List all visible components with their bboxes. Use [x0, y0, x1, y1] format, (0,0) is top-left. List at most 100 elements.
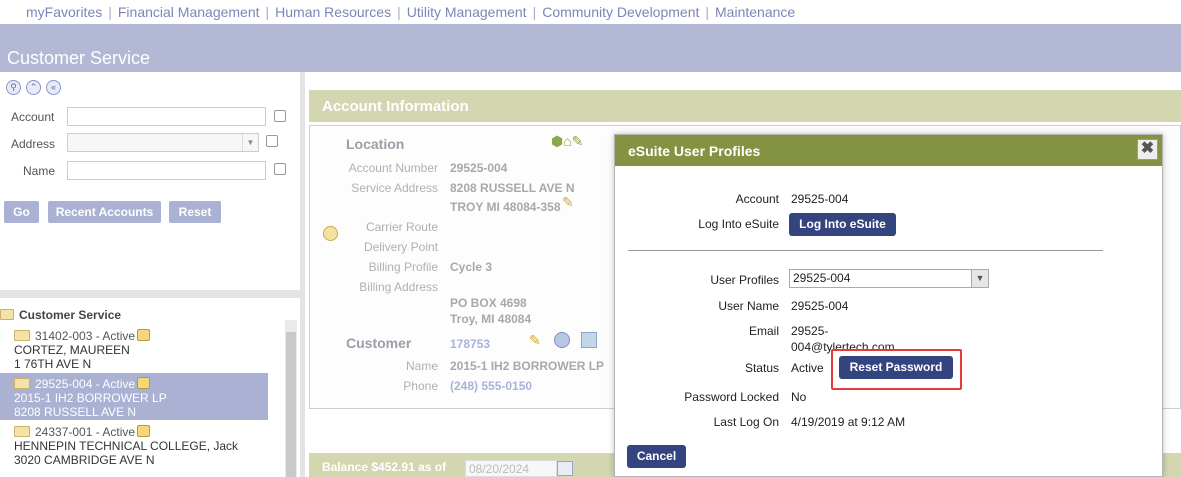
customer-id-link[interactable]: 178753 — [450, 337, 490, 351]
collapse-left-icon[interactable]: « — [46, 80, 61, 95]
status-value: Active — [791, 361, 824, 375]
go-button[interactable]: Go — [4, 201, 39, 223]
esuite-user-profiles-dialog: eSuite User Profiles ✖ Account 29525-004… — [614, 134, 1163, 477]
collapse-up-icon[interactable]: ⌃ — [26, 80, 41, 95]
tree-item-31402-003[interactable]: 31402-003 - Active CORTEZ, MAUREEN 1 76T… — [14, 329, 282, 371]
edit-pencil-icon[interactable]: ✎ — [562, 194, 574, 211]
nav-financial-management[interactable]: Financial Management — [118, 4, 260, 20]
account-checkbox[interactable] — [274, 110, 286, 122]
top-navigation: myFavorites | Financial Management | Human R… — [0, 0, 1181, 24]
nav-separator: | — [705, 4, 710, 20]
globe-icon[interactable] — [554, 332, 570, 348]
address-checkbox[interactable] — [266, 135, 278, 147]
billing-address-line2: Troy, MI 48084 — [450, 312, 532, 326]
nav-separator: | — [265, 4, 270, 20]
user-name-value: 29525-004 — [791, 299, 849, 313]
nav-separator: | — [108, 4, 112, 20]
account-label: Account — [11, 110, 55, 124]
open-folder-icon[interactable] — [137, 377, 151, 389]
account-number-value: 29525-004 — [450, 161, 508, 175]
scrollbar-thumb[interactable] — [286, 332, 296, 477]
dialog-header: eSuite User Profiles ✖ — [615, 135, 1162, 166]
tree-item-24337-001[interactable]: 24337-001 - Active HENNEPIN TECHNICAL CO… — [14, 425, 282, 467]
carrier-route-label: Carrier Route — [365, 220, 438, 234]
account-input[interactable] — [67, 107, 266, 126]
nav-community-development[interactable]: Community Development — [542, 4, 699, 20]
cancel-button[interactable]: Cancel — [627, 445, 686, 468]
name-label: Name — [23, 164, 56, 178]
page-header: Customer Service — [0, 24, 1181, 72]
password-locked-label: Password Locked — [684, 390, 779, 404]
tree-item-address: 3020 CAMBRIDGE AVE N — [14, 453, 155, 467]
tree-item-name: HENNEPIN TECHNICAL COLLEGE, Jack — [14, 439, 239, 453]
customer-name-label: Name — [405, 359, 438, 373]
user-profiles-select[interactable]: 29525-004 ▼ — [789, 269, 989, 288]
folder-icon — [14, 426, 30, 437]
name-checkbox[interactable] — [274, 163, 286, 175]
delivery-point-label: Delivery Point — [363, 240, 438, 254]
home-icon[interactable] — [581, 332, 597, 348]
log-into-esuite-label: Log Into eSuite — [698, 217, 779, 231]
nav-separator: | — [532, 4, 537, 20]
billing-profile-label: Billing Profile — [368, 260, 438, 274]
open-folder-icon[interactable] — [137, 425, 151, 437]
address-label: Address — [11, 137, 56, 151]
name-input[interactable] — [67, 161, 266, 180]
recent-accounts-button[interactable]: Recent Accounts — [48, 201, 161, 223]
edit-customer-icon[interactable]: ✎ — [529, 332, 541, 349]
tree-item-id: 24337-001 - Active — [35, 425, 136, 439]
account-tree: Customer Service 31402-003 - Active CORT… — [0, 298, 300, 477]
balance-date-input[interactable]: 08/20/2024 — [465, 460, 557, 477]
folder-icon — [14, 378, 30, 389]
service-address-line2: TROY MI 48084-358 — [450, 200, 561, 214]
account-label: Account — [735, 192, 779, 206]
billing-address-label: Billing Address — [359, 280, 438, 294]
customer-name-value: 2015-1 IH2 BORROWER LP — [450, 359, 605, 373]
last-log-on-label: Last Log On — [713, 415, 779, 429]
tree-scrollbar[interactable] — [285, 320, 297, 477]
reset-button[interactable]: Reset — [169, 201, 221, 223]
tree-item-id: 31402-003 - Active — [35, 329, 136, 343]
dialog-title: eSuite User Profiles — [628, 143, 761, 159]
service-address-label: Service Address — [351, 181, 438, 195]
reset-password-button[interactable]: Reset Password — [839, 356, 953, 379]
email-line1: 29525- — [791, 324, 829, 338]
calendar-icon[interactable] — [557, 461, 573, 476]
tree-item-name: CORTEZ, MAUREEN — [14, 343, 130, 357]
user-name-label: User Name — [718, 299, 779, 313]
log-into-esuite-button[interactable]: Log Into eSuite — [789, 213, 896, 236]
tree-item-name: 2015-1 IH2 BORROWER LP — [14, 391, 167, 405]
search-panel: ⚲ ⌃ « Account Address ▼ Name Go Recent A… — [0, 72, 300, 290]
search-options-icon[interactable]: ⚲ — [6, 80, 21, 95]
page-title: Customer Service — [7, 48, 151, 68]
phone-label: Phone — [403, 379, 438, 393]
nav-separator: | — [397, 4, 401, 20]
chevron-down-icon: ▼ — [242, 134, 258, 151]
account-information-title: Account Information — [322, 98, 469, 115]
tree-item-address: 1 76TH AVE N — [14, 357, 92, 371]
open-folder-icon[interactable] — [137, 329, 151, 341]
last-log-on-value: 4/19/2019 at 9:12 AM — [791, 415, 906, 429]
customer-title: Customer — [346, 335, 412, 351]
location-actions-icon[interactable]: ⬢⌂✎ — [551, 133, 583, 150]
tree-root[interactable]: Customer Service — [0, 308, 121, 322]
nav-myfavorites[interactable]: myFavorites — [26, 4, 102, 20]
address-dropdown[interactable]: ▼ — [67, 133, 259, 152]
tree-item-29525-004[interactable]: 29525-004 - Active 2015-1 IH2 BORROWER L… — [0, 373, 268, 420]
tree-item-id: 29525-004 - Active — [35, 377, 136, 391]
billing-address-line1: PO BOX 4698 — [450, 296, 527, 310]
balance-text: Balance $452.91 as of — [322, 460, 447, 474]
tree-item-address: 8208 RUSSELL AVE N — [14, 405, 137, 419]
folder-icon — [0, 309, 14, 320]
dialog-divider — [628, 250, 1103, 251]
account-value: 29525-004 — [791, 192, 849, 206]
close-icon[interactable]: ✖ — [1137, 139, 1158, 160]
phone-value: (248) 555-0150 — [450, 379, 533, 393]
nav-human-resources[interactable]: Human Resources — [275, 4, 391, 20]
account-information-header: Account Information — [309, 90, 1181, 122]
user-profiles-label: User Profiles — [710, 273, 779, 287]
horizontal-splitter[interactable] — [0, 290, 300, 298]
nav-utility-management[interactable]: Utility Management — [407, 4, 527, 20]
folder-icon — [14, 330, 30, 341]
nav-maintenance[interactable]: Maintenance — [715, 4, 795, 20]
